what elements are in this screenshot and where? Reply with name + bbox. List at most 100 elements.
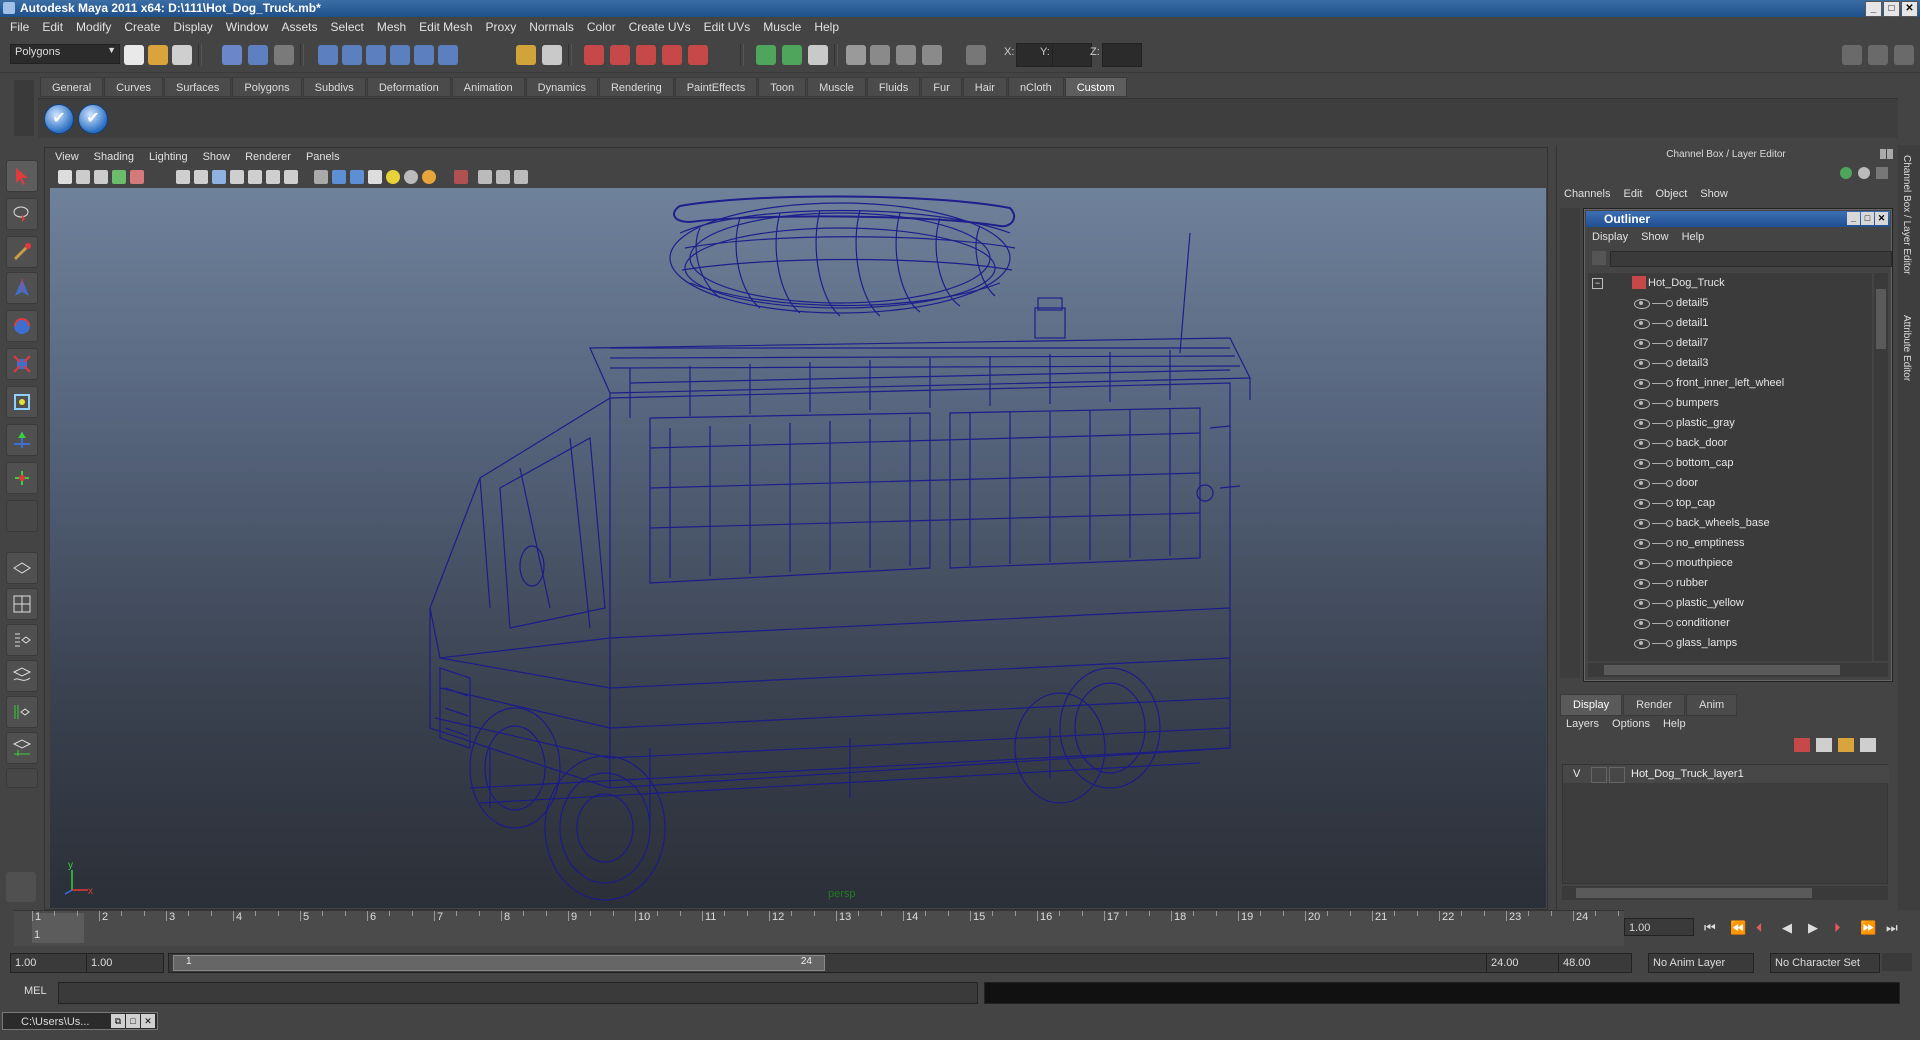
single-view-layout-icon[interactable] [6, 552, 38, 584]
restore-button[interactable]: ⧉ [111, 1014, 125, 1028]
select-hierarchy-icon[interactable] [222, 45, 242, 65]
z-field[interactable] [1102, 43, 1142, 67]
outliner-minimize-button[interactable]: _ [1847, 212, 1860, 225]
layout-menu-button[interactable] [6, 768, 38, 788]
menu-display[interactable]: Display [167, 20, 219, 34]
layer-tab-anim[interactable]: Anim [1686, 694, 1738, 716]
textured-icon[interactable] [368, 170, 382, 184]
shelf-tab-hair[interactable]: Hair [962, 77, 1007, 97]
animation-start-field[interactable]: 1.00 [10, 953, 88, 973]
close-panel-button[interactable] [1887, 149, 1893, 159]
menu-help[interactable]: Help [808, 20, 846, 34]
outliner-item[interactable]: back_wheels_base [1588, 513, 1872, 533]
perspective-viewport[interactable]: persp y x [50, 188, 1546, 908]
outliner-item[interactable]: door [1588, 473, 1872, 493]
select-component-icon[interactable] [274, 45, 294, 65]
menu-edit[interactable]: Edit [36, 20, 70, 34]
pin-icon[interactable] [1876, 167, 1888, 179]
select-object-icon[interactable] [248, 45, 268, 65]
field-chart-icon[interactable] [248, 170, 262, 184]
outliner-item[interactable]: back_door [1588, 433, 1872, 453]
trax-tool-icon[interactable] [922, 45, 942, 65]
go-to-start-icon[interactable]: ⏮ [1704, 920, 1716, 936]
shelf-tab-general[interactable]: General [40, 77, 104, 97]
outliner-item[interactable]: detail1 [1588, 313, 1872, 333]
resolution-gate-icon[interactable] [212, 170, 226, 184]
render-settings-icon[interactable] [636, 45, 656, 65]
graph-tool-icon[interactable] [870, 45, 890, 65]
camera-tool-icon[interactable] [846, 45, 866, 65]
snap-view-plane-icon[interactable] [390, 45, 410, 65]
outliner-menu-help[interactable]: Help [1682, 231, 1718, 243]
graph-layout-icon[interactable] [6, 660, 38, 692]
channel-show-menu[interactable]: Show [1696, 188, 1737, 200]
menu-create-uvs[interactable]: Create UVs [623, 20, 698, 34]
outliner-horizontal-scrollbar[interactable] [1588, 663, 1888, 677]
range-slider-handle[interactable]: 1 24 [173, 955, 825, 971]
snap-curve-icon[interactable] [342, 45, 362, 65]
film-gate-icon[interactable] [194, 170, 208, 184]
outliner-item[interactable]: mouthpiece [1588, 553, 1872, 573]
new-scene-icon[interactable] [124, 45, 144, 65]
layer-tab-render[interactable]: Render [1623, 694, 1686, 716]
render-layout-icon[interactable] [6, 732, 38, 764]
dope-sheet-tool-icon[interactable] [896, 45, 916, 65]
checkmark-icon[interactable]: ✔ [44, 104, 74, 134]
outliner-item[interactable]: bumpers [1588, 393, 1872, 413]
shelf-menu-icon[interactable] [14, 80, 34, 136]
y-field[interactable] [1052, 43, 1092, 67]
menu-muscle[interactable]: Muscle [757, 20, 808, 34]
layer-row[interactable]: V Hot_Dog_Truck_layer1 [1563, 765, 1889, 783]
outliner-item[interactable]: conditioner [1588, 613, 1872, 633]
toggle-channel-box-icon[interactable] [808, 45, 828, 65]
select-tool-icon[interactable] [6, 160, 38, 192]
layer-editor-mode-icon[interactable] [1858, 167, 1870, 179]
viewport-menu-lighting[interactable]: Lighting [144, 148, 198, 166]
shelf-tab-muscle[interactable]: Muscle [807, 77, 866, 97]
menu-window[interactable]: Window [220, 20, 276, 34]
outliner-item[interactable]: rubber [1588, 573, 1872, 593]
shelf-tab-toon[interactable]: Toon [758, 77, 807, 97]
outliner-item[interactable]: detail3 [1588, 353, 1872, 373]
transform-field-icon[interactable] [966, 45, 986, 65]
two-d-pan-icon[interactable] [130, 170, 144, 184]
minimize-button[interactable]: _ [1865, 1, 1882, 17]
shelf-tab-curves[interactable]: Curves [104, 77, 163, 97]
outliner-item[interactable]: top_cap [1588, 493, 1872, 513]
step-back-key-icon[interactable]: ⏴ [1756, 920, 1763, 936]
smooth-shading-icon[interactable] [332, 170, 346, 184]
last-tool-icon[interactable] [6, 462, 38, 494]
outliner-maximize-button[interactable]: □ [1861, 212, 1874, 225]
shelf-tab-subdivs[interactable]: Subdivs [302, 77, 366, 97]
isolate-select-icon[interactable] [454, 170, 468, 184]
maximize-button[interactable]: □ [126, 1014, 140, 1028]
gate-mask-icon[interactable] [230, 170, 244, 184]
safe-title-icon[interactable] [284, 170, 298, 184]
outliner-item[interactable]: detail5 [1588, 293, 1872, 313]
attribute-list-icon[interactable] [1868, 45, 1888, 65]
menu-normals[interactable]: Normals [523, 20, 581, 34]
outliner-item[interactable]: no_emptiness [1588, 533, 1872, 553]
snap-point-icon[interactable] [366, 45, 386, 65]
layers-menu[interactable]: Layers [1566, 718, 1612, 730]
character-set-dropdown[interactable]: No Character Set [1770, 953, 1880, 973]
channels-menu[interactable]: Channels [1560, 188, 1619, 200]
wireframe-shading-icon[interactable] [314, 170, 328, 184]
outliner-item[interactable]: plastic_gray [1588, 413, 1872, 433]
menu-proxy[interactable]: Proxy [480, 20, 524, 34]
scale-tool-icon[interactable] [6, 348, 38, 380]
move-tool-icon[interactable] [6, 272, 38, 304]
shelf-tab-painteffects[interactable]: PaintEffects [674, 77, 758, 97]
save-scene-icon[interactable] [172, 45, 192, 65]
outliner-close-button[interactable]: ✕ [1875, 212, 1888, 225]
side-tab-channel-box[interactable]: Channel Box / Layer Editor [1901, 155, 1912, 275]
viewport-menu-view[interactable]: View [50, 148, 89, 166]
filter-icon[interactable] [1592, 251, 1606, 265]
channel-object-menu[interactable]: Object [1651, 188, 1696, 200]
playback-end-field[interactable]: 24.00 [1486, 953, 1560, 973]
xray-joints-icon[interactable] [496, 170, 510, 184]
step-forward-key-icon[interactable]: ⏵ [1834, 920, 1841, 936]
menu-file[interactable]: File [4, 20, 36, 34]
outliner-item[interactable]: glass_lamps [1588, 633, 1872, 653]
range-slider[interactable]: 1 24 [168, 953, 1488, 973]
